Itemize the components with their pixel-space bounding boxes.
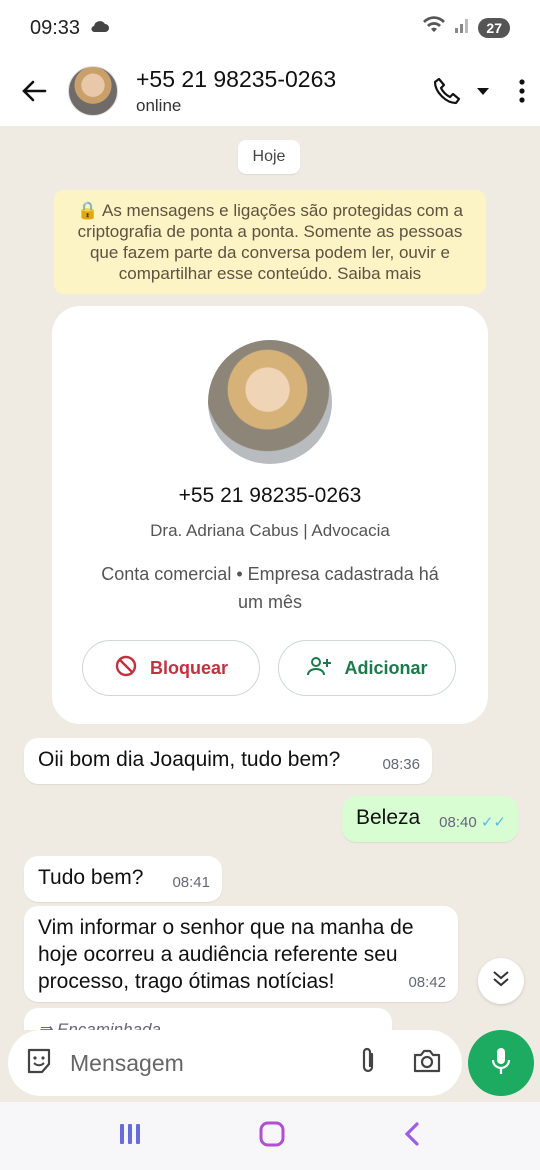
- message-outgoing[interactable]: Beleza 08:40 ✓✓: [342, 796, 518, 842]
- status-icons: 27: [422, 16, 510, 40]
- voice-call-icon[interactable]: [432, 76, 462, 106]
- add-person-icon: [306, 655, 332, 682]
- message-incoming[interactable]: Vim informar o senhor que na manha de ho…: [24, 906, 458, 1002]
- signal-icon: [454, 16, 470, 40]
- message-text: Oii bom dia Joaquim, tudo bem?: [38, 748, 341, 771]
- back-nav-icon[interactable]: [401, 1120, 423, 1153]
- back-arrow-icon[interactable]: [14, 71, 54, 111]
- contact-name: +55 21 98235-0263: [136, 66, 337, 92]
- contact-info[interactable]: +55 21 98235-0263 online: [136, 66, 336, 116]
- contact-photo[interactable]: [208, 340, 332, 464]
- card-business-name: Dra. Adriana Cabus | Advocacia: [150, 521, 390, 540]
- wifi-icon: [422, 16, 446, 40]
- add-contact-button[interactable]: Adicionar: [278, 640, 456, 696]
- message-time-status: 08:40 ✓✓: [439, 809, 506, 836]
- message-time: 08:40: [439, 814, 477, 831]
- recents-icon[interactable]: [117, 1121, 143, 1152]
- camera-icon[interactable]: [412, 1048, 442, 1079]
- microphone-icon: [490, 1046, 512, 1081]
- read-ticks-icon: ✓✓: [480, 814, 506, 831]
- forwarded-label: Encaminhada: [56, 1020, 161, 1030]
- encryption-notice[interactable]: 🔒 As mensagens e ligações são protegidas…: [54, 190, 486, 294]
- home-icon[interactable]: [258, 1120, 286, 1153]
- sticker-icon[interactable]: [24, 1046, 54, 1081]
- contact-status: online: [136, 96, 182, 115]
- contact-avatar[interactable]: [68, 66, 118, 116]
- card-phone: +55 21 98235-0263: [178, 484, 362, 507]
- battery-indicator: 27: [478, 18, 510, 38]
- block-label: Bloquear: [149, 657, 228, 678]
- mic-button[interactable]: [468, 1030, 534, 1096]
- block-icon: [114, 654, 138, 683]
- call-dropdown-icon[interactable]: [476, 86, 490, 96]
- message-time: 08:41: [172, 874, 210, 891]
- more-options-icon[interactable]: [518, 78, 526, 104]
- message-text: Tudo bem?: [38, 866, 144, 889]
- system-nav-bar: [0, 1102, 540, 1170]
- message-incoming[interactable]: Oii bom dia Joaquim, tudo bem? 08:36: [24, 738, 432, 784]
- message-text: Beleza: [356, 806, 421, 829]
- message-time: 08:42: [408, 974, 446, 991]
- block-button[interactable]: Bloquear: [82, 640, 260, 696]
- message-input[interactable]: Mensagem: [70, 1050, 358, 1077]
- message-incoming[interactable]: Tudo bem? 08:41: [24, 856, 222, 902]
- status-time: 09:33: [30, 16, 81, 39]
- scroll-down-button[interactable]: [478, 958, 524, 1004]
- double-chevron-down-icon: [491, 969, 511, 994]
- chat-header: +55 21 98235-0263 online: [0, 56, 540, 126]
- message-forwarded[interactable]: ⇛ Encaminhada: [24, 1008, 392, 1030]
- attach-icon[interactable]: [358, 1046, 378, 1081]
- chat-area[interactable]: Hoje 🔒 As mensagens e ligações são prote…: [0, 126, 540, 1030]
- add-label: Adicionar: [344, 657, 428, 678]
- cloud-icon: [90, 19, 110, 38]
- status-bar: 09:33 27: [0, 0, 540, 56]
- contact-card: +55 21 98235-0263 Dra. Adriana Cabus | A…: [52, 306, 488, 724]
- message-text: Vim informar o senhor que na manha de ho…: [38, 916, 414, 993]
- message-time: 08:36: [382, 756, 420, 773]
- card-account-info: Conta comercial • Empresa cadastrada há …: [101, 564, 439, 612]
- message-composer[interactable]: Mensagem: [8, 1030, 462, 1096]
- date-chip: Hoje: [238, 140, 300, 174]
- forward-icon: ⇛: [38, 1020, 53, 1030]
